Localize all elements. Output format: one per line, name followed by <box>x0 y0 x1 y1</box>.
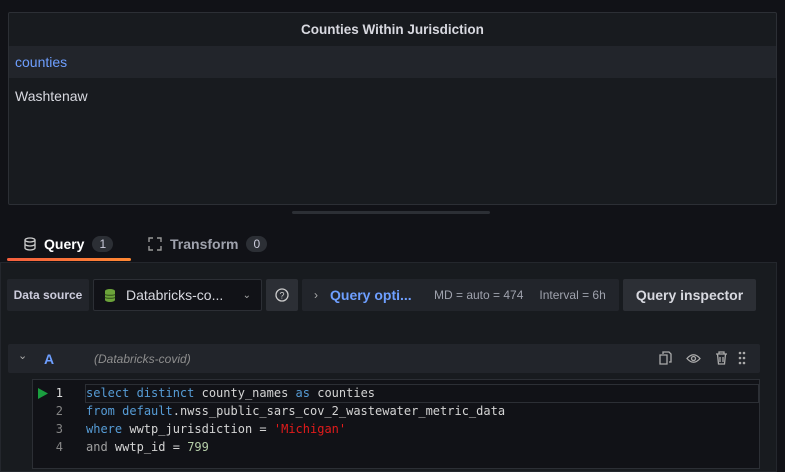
interval: Interval = 6h <box>539 288 606 302</box>
resize-splitter[interactable] <box>292 211 490 214</box>
code-token: 799 <box>187 440 209 454</box>
sql-editor[interactable]: 1 select distinct county_names as countie… <box>32 379 760 469</box>
query-options-label: Query opti... <box>330 287 412 303</box>
duplicate-icon[interactable] <box>659 351 672 368</box>
code-line: where wwtp_jurisdiction = 'Michigan' <box>86 422 346 436</box>
panel-title: Counties Within Jurisdiction <box>301 22 484 37</box>
code-token: default <box>122 404 173 418</box>
code-token: counties <box>317 386 376 400</box>
query-ref-id[interactable]: A <box>44 351 54 367</box>
databricks-icon <box>104 288 116 302</box>
chevron-down-icon: ⌄ <box>242 289 251 301</box>
help-button[interactable]: ? <box>266 279 298 311</box>
code-line: select distinct county_names as counties <box>86 386 375 400</box>
code-token: county_names <box>201 386 289 400</box>
line-number: 4 <box>55 440 63 454</box>
tab-count: 0 <box>246 236 268 252</box>
code-token: from <box>86 404 115 418</box>
line-number: 3 <box>55 422 63 436</box>
data-source-picker[interactable]: Databricks-co... ⌄ <box>93 279 262 311</box>
query-datasource-name: (Databricks-covid) <box>94 352 191 366</box>
eye-icon[interactable] <box>686 352 701 367</box>
code-token: wwtp_jurisdiction = <box>129 422 267 436</box>
code-token: select distinct <box>86 386 195 400</box>
tab-count: 1 <box>92 236 114 252</box>
query-row-header: ⌄ A (Databricks-covid) <box>8 344 760 373</box>
code-token: and <box>86 440 108 454</box>
code-token: as <box>295 386 310 400</box>
query-inspector-button[interactable]: Query inspector <box>623 279 756 311</box>
tab-transform[interactable]: Transform 0 <box>148 232 268 256</box>
svg-text:?: ? <box>279 291 284 301</box>
code-token: where <box>86 422 123 436</box>
database-icon <box>24 237 36 251</box>
active-tab-indicator <box>7 258 131 261</box>
collapse-chevron-icon[interactable]: ⌄ <box>18 349 27 362</box>
question-circle-icon: ? <box>275 288 289 302</box>
tab-label: Transform <box>170 236 239 252</box>
column-header-counties[interactable]: counties <box>9 46 776 78</box>
transform-icon <box>148 237 162 251</box>
data-source-value: Databricks-co... <box>126 287 224 303</box>
data-source-label: Data source <box>7 279 89 311</box>
tab-query[interactable]: Query 1 <box>24 232 114 256</box>
line-number: 1 <box>55 386 63 400</box>
line-number: 2 <box>55 404 63 418</box>
drag-handle-icon[interactable] <box>738 351 746 368</box>
chevron-right-icon: › <box>314 288 318 302</box>
code-line: from default.nwss_public_sars_cov_2_wast… <box>86 404 505 418</box>
trash-icon[interactable] <box>715 351 728 368</box>
query-options-toggle[interactable]: › Query opti... MD = auto = 474 Interval… <box>302 279 619 311</box>
code-token: 'Michigan' <box>273 422 347 436</box>
code-token: .nwss_public_sars_cov_2_wastewater_metri… <box>172 404 506 418</box>
code-line: and wwtp_id = 799 <box>86 440 209 454</box>
max-data-points: MD = auto = 474 <box>434 288 524 302</box>
code-token: wwtp_id = <box>114 440 180 454</box>
table-cell: Washtenaw <box>15 88 88 104</box>
tab-label: Query <box>44 236 85 252</box>
table-panel: Counties Within Jurisdiction counties Wa… <box>8 12 777 205</box>
